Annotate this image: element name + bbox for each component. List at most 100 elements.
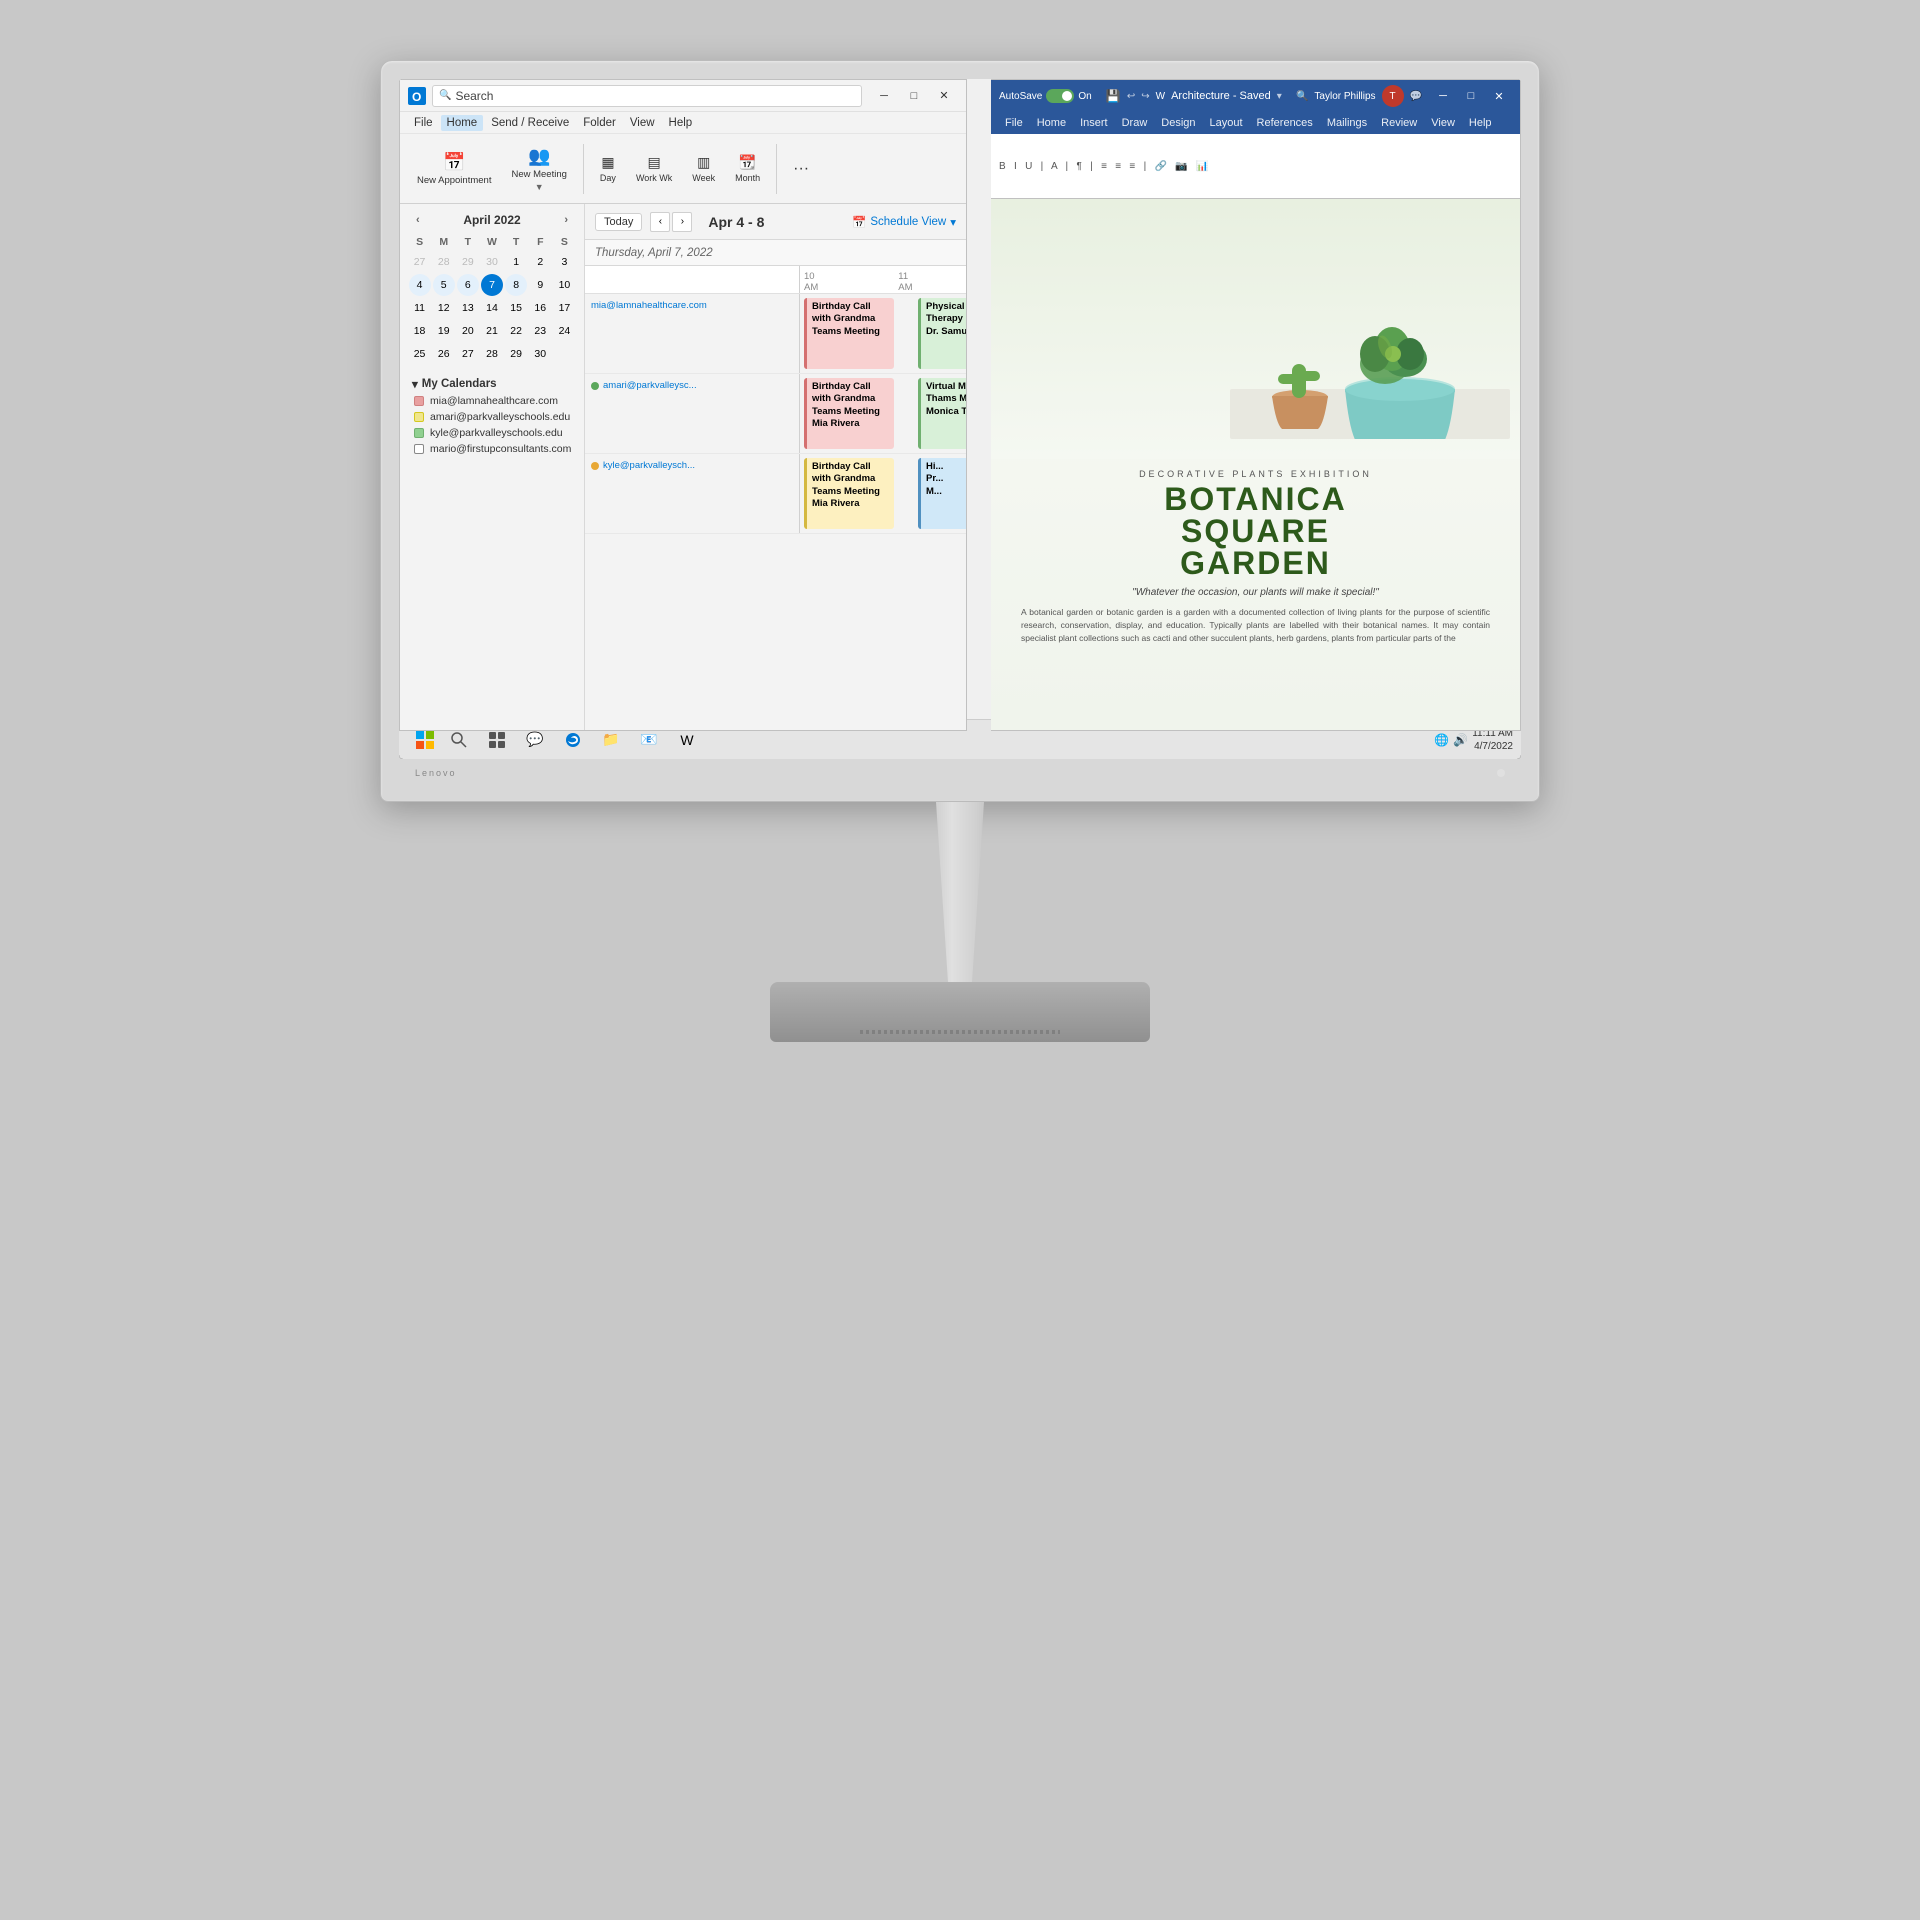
cal-day-7-today[interactable]: 7 xyxy=(481,274,503,296)
cal-day-3[interactable]: 3 xyxy=(553,251,575,273)
word-menu-draw[interactable]: Draw xyxy=(1116,115,1154,131)
cal-day-23[interactable]: 23 xyxy=(529,320,551,342)
outlook-ribbon: 📅 New Appointment 👥 New Meeting ▼ xyxy=(400,134,966,204)
cal-day-16[interactable]: 16 xyxy=(529,297,551,319)
word-close-button[interactable]: ✕ xyxy=(1486,85,1512,107)
cal-day-26[interactable]: 26 xyxy=(433,343,455,365)
cal-day-19[interactable]: 19 xyxy=(433,320,455,342)
day-view-button[interactable]: ▦ Day xyxy=(591,140,625,198)
close-button[interactable]: ✕ xyxy=(930,85,958,107)
cal-day-12[interactable]: 12 xyxy=(433,297,455,319)
view-selector[interactable]: 📅 Schedule View ▾ xyxy=(852,215,956,229)
cal-day-29b[interactable]: 29 xyxy=(505,343,527,365)
menu-folder[interactable]: Folder xyxy=(577,115,622,131)
comments-icon[interactable]: 💬 xyxy=(1410,91,1422,102)
cal-day-2[interactable]: 2 xyxy=(529,251,551,273)
more-options-button[interactable]: ··· xyxy=(784,140,818,198)
down-arrow-icon[interactable]: ▾ xyxy=(1277,91,1282,102)
word-menu-home[interactable]: Home xyxy=(1031,115,1072,131)
cal-day-20[interactable]: 20 xyxy=(457,320,479,342)
new-appointment-button[interactable]: 📅 New Appointment xyxy=(408,140,500,198)
word-menu-review[interactable]: Review xyxy=(1375,115,1423,131)
word-menu-insert[interactable]: Insert xyxy=(1074,115,1114,131)
cal-day-29[interactable]: 29 xyxy=(457,251,479,273)
event-virtual-museum[interactable]: Virtual MuseumThams MeetingMonica Thomps… xyxy=(918,378,966,449)
cal-day-6[interactable]: 6 xyxy=(457,274,479,296)
menu-view[interactable]: View xyxy=(624,115,661,131)
time-grid: Thursday, April 7, 2022 10 AM 11 AM 12 xyxy=(585,240,966,730)
word-menu-view[interactable]: View xyxy=(1425,115,1461,131)
word-menu-references[interactable]: References xyxy=(1251,115,1319,131)
cal-day-21[interactable]: 21 xyxy=(481,320,503,342)
search-bar[interactable]: 🔍 Search xyxy=(432,85,862,107)
next-month-button[interactable]: › xyxy=(560,212,572,228)
chevron-down-icon: ▾ xyxy=(950,215,956,229)
prev-week-button[interactable]: ‹ xyxy=(650,212,670,232)
my-calendars-section: ▾ My Calendars mia@lamnahealthcare.com a xyxy=(408,371,576,461)
cal-day-10[interactable]: 10 xyxy=(553,274,575,296)
month-view-button[interactable]: 📆 Month xyxy=(726,140,769,198)
menu-send-receive[interactable]: Send / Receive xyxy=(485,115,575,131)
cal-day-27[interactable]: 27 xyxy=(409,251,431,273)
cal-day-18[interactable]: 18 xyxy=(409,320,431,342)
cal-day-5[interactable]: 5 xyxy=(433,274,455,296)
minimize-button[interactable]: ─ xyxy=(870,85,898,107)
cal-day-22[interactable]: 22 xyxy=(505,320,527,342)
word-restore-button[interactable]: □ xyxy=(1458,85,1484,107)
cal-day-17[interactable]: 17 xyxy=(553,297,575,319)
cal-day-4[interactable]: 4 xyxy=(409,274,431,296)
calendar-item-amari[interactable]: amari@parkvalleyschools.edu xyxy=(408,409,576,425)
calendar-item-mario[interactable]: mario@firstupconsultants.com xyxy=(408,441,576,457)
undo-icon[interactable]: ↩ xyxy=(1127,91,1135,102)
monitor-shell: O 🔍 Search ─ □ ✕ xyxy=(380,60,1540,1042)
week-view-button[interactable]: ▥ Week xyxy=(683,140,724,198)
cal-day-24[interactable]: 24 xyxy=(553,320,575,342)
event-row-mia: mia@lamnahealthcare.com Birthday Call wi… xyxy=(585,294,966,374)
cal-day-15[interactable]: 15 xyxy=(505,297,527,319)
cal-day-8[interactable]: 8 xyxy=(505,274,527,296)
new-meeting-button[interactable]: 👥 New Meeting ▼ xyxy=(502,140,575,198)
calendar-item-kyle[interactable]: kyle@parkvalleyschools.edu xyxy=(408,425,576,441)
menu-home[interactable]: Home xyxy=(441,115,484,131)
word-menu-help[interactable]: Help xyxy=(1463,115,1498,131)
word-menu-file[interactable]: File xyxy=(999,115,1029,131)
meeting-icon: 👥 xyxy=(528,146,550,167)
cal-day-25[interactable]: 25 xyxy=(409,343,431,365)
cal-day-28b[interactable]: 28 xyxy=(481,343,503,365)
cal-day-28[interactable]: 28 xyxy=(433,251,455,273)
cal-day-30[interactable]: 30 xyxy=(481,251,503,273)
search-icon-word[interactable]: 🔍 xyxy=(1296,91,1308,102)
cal-day-13[interactable]: 13 xyxy=(457,297,479,319)
cal-day-9[interactable]: 9 xyxy=(529,274,551,296)
word-menu-design[interactable]: Design xyxy=(1155,115,1201,131)
calendar-dot-pink xyxy=(414,396,424,406)
word-window: AutoSave On 💾 ↩ ↪ W Architecture - Saved xyxy=(991,79,1521,731)
event-hi-kyle[interactable]: Hi...Pr...M... xyxy=(918,458,966,529)
menu-file[interactable]: File xyxy=(408,115,439,131)
calendar-item-mia[interactable]: mia@lamnahealthcare.com xyxy=(408,393,576,409)
cal-day-11[interactable]: 11 xyxy=(409,297,431,319)
autosave-toggle[interactable] xyxy=(1046,89,1074,103)
menu-help[interactable]: Help xyxy=(663,115,699,131)
time-labels-row: 10 AM 11 AM 12 xyxy=(585,266,966,294)
work-week-button[interactable]: ▤ Work Wk xyxy=(627,140,681,198)
today-button[interactable]: Today xyxy=(595,213,642,231)
prev-month-button[interactable]: ‹ xyxy=(412,212,424,228)
redo-icon[interactable]: ↪ xyxy=(1141,91,1149,102)
my-calendars-toggle[interactable]: ▾ My Calendars xyxy=(408,375,576,393)
next-week-button[interactable]: › xyxy=(672,212,692,232)
day-view-icon: ▦ xyxy=(601,154,614,171)
event-birthday-amari[interactable]: Birthday Call with Grandma Teams Meeting… xyxy=(804,378,894,449)
restore-button[interactable]: □ xyxy=(900,85,928,107)
word-menu-layout[interactable]: Layout xyxy=(1204,115,1249,131)
word-minimize-button[interactable]: ─ xyxy=(1430,85,1456,107)
cal-day-14[interactable]: 14 xyxy=(481,297,503,319)
event-birthday-mia[interactable]: Birthday Call with GrandmaTeams Meeting xyxy=(804,298,894,369)
cal-day-27b[interactable]: 27 xyxy=(457,343,479,365)
cal-day-30b[interactable]: 30 xyxy=(529,343,551,365)
cal-day-1[interactable]: 1 xyxy=(505,251,527,273)
avatar[interactable]: T xyxy=(1382,85,1404,107)
event-birthday-kyle[interactable]: Birthday Call with Grandma Teams Meeting… xyxy=(804,458,894,529)
word-menu-mailings[interactable]: Mailings xyxy=(1321,115,1373,131)
event-physical-therapy[interactable]: Physical TherapyDr. Samuels xyxy=(918,298,966,369)
